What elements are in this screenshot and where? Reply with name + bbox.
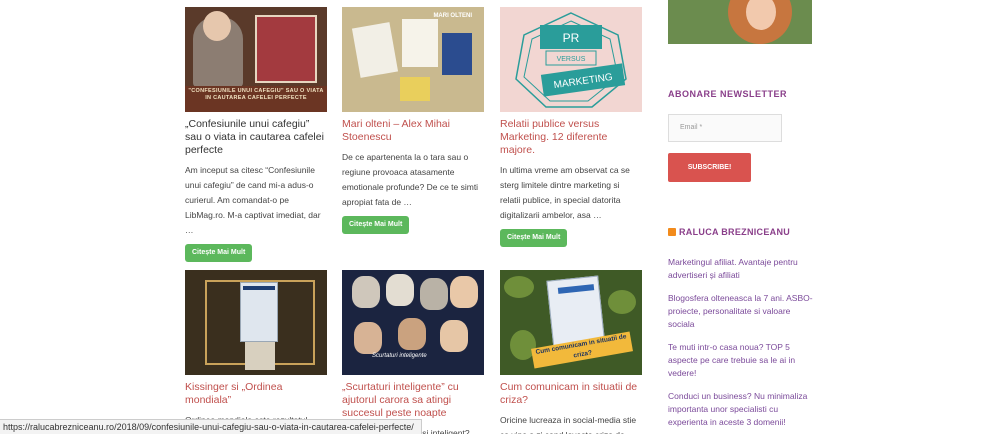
book-title-band [243, 286, 275, 290]
subscribe-button[interactable]: SUBSCRIBE! [668, 153, 751, 182]
post-thumbnail[interactable]: Scurtaturi inteligente [342, 270, 484, 375]
post-excerpt: In ultima vreme am observat ca se sterg … [500, 165, 630, 220]
read-more-button[interactable]: Citește Mai Mult [342, 216, 410, 234]
rss-link[interactable]: Blogosfera olteneasca la 7 ani. ASBO-pro… [668, 292, 814, 331]
versus-word: VERSUS [557, 56, 586, 63]
rss-widget-title[interactable]: RALUCA BREZNICEANU [668, 227, 790, 237]
post-title[interactable]: Relatii publice versus Marketing. 12 dif… [500, 118, 642, 157]
status-bar-url: https://ralucabrezniceanu.ro/2018/09/con… [0, 419, 422, 434]
face-image [386, 274, 414, 306]
face-image [352, 276, 380, 308]
book-image [351, 22, 399, 78]
rss-icon [668, 228, 676, 236]
read-more-button[interactable]: Citește Mai Mult [185, 244, 253, 262]
thumbnail-caption: "CONFESIUNILE UNUI CAFEGIU" SAU O VIATA … [185, 86, 327, 112]
face-image [450, 276, 478, 308]
face-image [354, 322, 382, 354]
read-more-button[interactable]: Citește Mai Mult [500, 229, 568, 247]
leaf-shape [608, 290, 636, 314]
post-title[interactable]: „Confesiunile unui cafegiu” sau o viata … [185, 118, 327, 157]
post-card: "CONFESIUNILE UNUI CAFEGIU" SAU O VIATA … [185, 7, 327, 262]
post-card: MARI OLTENI Mari olteni – Alex Mihai Sto… [342, 7, 484, 234]
rss-link[interactable]: Marketingul afiliat. Avantaje pentru adv… [668, 256, 814, 282]
book-image [255, 15, 317, 83]
rss-list: Marketingul afiliat. Avantaje pentru adv… [668, 256, 814, 434]
face-image [398, 318, 426, 350]
post-thumbnail[interactable] [185, 270, 327, 375]
post-card: Cum comunicam in situatii de criza? Cum … [500, 270, 642, 434]
column-pedestal [245, 342, 275, 370]
post-title[interactable]: Cum comunicam in situatii de criza? [500, 381, 642, 407]
face-image [440, 320, 468, 352]
post-thumbnail[interactable]: MARI OLTENI [342, 7, 484, 112]
post-excerpt: Oricine lucreaza in social-media stie ca… [500, 415, 637, 434]
person-head [203, 11, 231, 41]
thumbnail-caption: MARI OLTENI [433, 13, 472, 19]
post-excerpt: De ce apartenenta la o tara sau o regiun… [342, 152, 479, 207]
post-title[interactable]: Mari olteni – Alex Mihai Stoenescu [342, 118, 484, 144]
book-image [442, 33, 472, 75]
rss-title-text: RALUCA BREZNICEANU [679, 227, 791, 237]
post-title[interactable]: „Scurtaturi inteligente” cu ajutorul car… [342, 381, 484, 420]
email-input[interactable]: Email * [668, 114, 782, 142]
pr-versus-marketing-graphic: PR VERSUS MARKETING [515, 12, 627, 108]
post-excerpt: Am inceput sa citesc “Confesiunile unui … [185, 165, 321, 235]
newsletter-title: ABONARE NEWSLETTER [668, 89, 787, 99]
thumbnail-caption: Scurtaturi inteligente [372, 353, 427, 359]
face-image [420, 278, 448, 310]
leaf-shape [504, 276, 534, 298]
post-thumbnail[interactable]: PR VERSUS MARKETING [500, 7, 642, 112]
book-image [402, 19, 438, 67]
post-thumbnail[interactable]: "CONFESIUNILE UNUI CAFEGIU" SAU O VIATA … [185, 7, 327, 112]
pr-word: PR [563, 31, 580, 45]
post-thumbnail[interactable]: Cum comunicam in situatii de criza? [500, 270, 642, 375]
post-card: Kissinger si „Ordinea mondiala” Ordinea … [185, 270, 327, 434]
post-card: PR VERSUS MARKETING Relatii publice vers… [500, 7, 642, 247]
book-image [240, 282, 278, 342]
rss-link[interactable]: Conduci un business? Nu minimaliza impor… [668, 390, 814, 429]
author-photo[interactable] [668, 0, 812, 44]
book-image [400, 77, 430, 101]
post-title[interactable]: Kissinger si „Ordinea mondiala” [185, 381, 327, 407]
rss-link[interactable]: Te muti intr-o casa noua? TOP 5 aspecte … [668, 341, 814, 380]
post-card: Scurtaturi inteligente „Scurtaturi intel… [342, 270, 484, 434]
